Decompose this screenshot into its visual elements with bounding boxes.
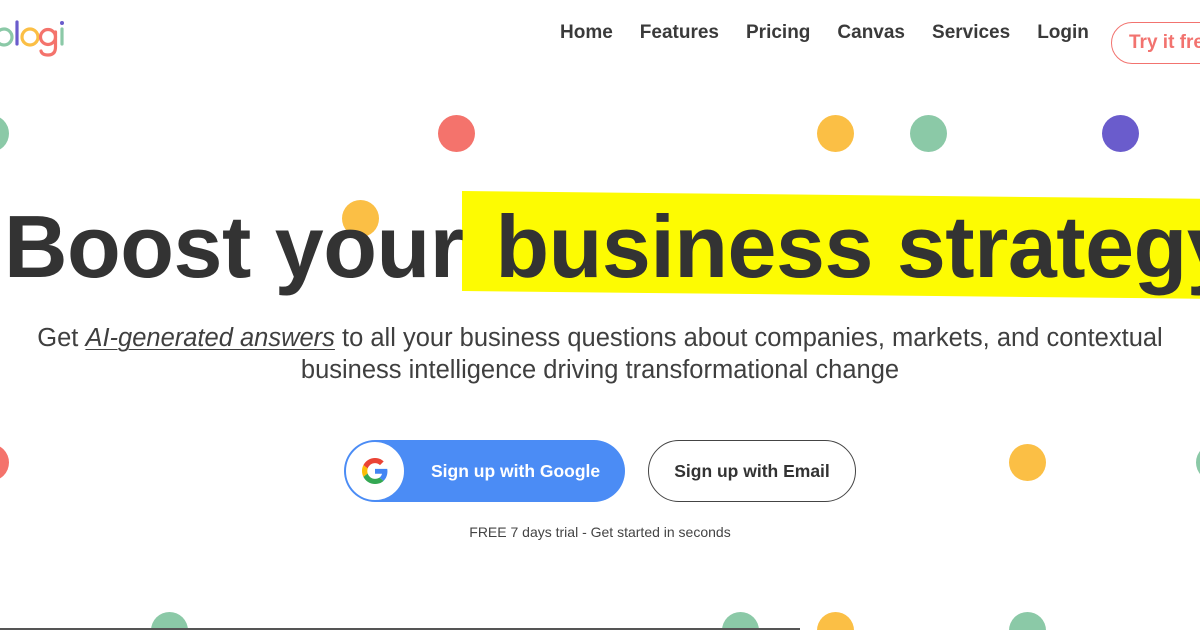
hero-title: Boost your business strategy bbox=[4, 196, 1200, 298]
nav-services-link[interactable]: Services bbox=[932, 22, 1010, 44]
signup-email-label: Sign up with Email bbox=[674, 460, 830, 481]
trial-note: FREE 7 days trial - Get started in secon… bbox=[469, 524, 731, 540]
decor-dot-green bbox=[1196, 444, 1200, 481]
nav-canvas-link[interactable]: Canvas bbox=[837, 22, 905, 44]
signup-email-button[interactable]: Sign up with Email bbox=[648, 440, 856, 502]
hero-subtitle: Get AI-generated answers to all your bus… bbox=[0, 322, 1200, 386]
brand-logo[interactable] bbox=[0, 14, 76, 62]
try-free-wrap: Try it free bbox=[1111, 22, 1200, 64]
signup-google-button[interactable]: Sign up with Google bbox=[344, 440, 625, 502]
decor-dot-purple bbox=[1102, 115, 1139, 152]
subtitle-after: to all your business questions about com… bbox=[300, 324, 1163, 384]
nav-pricing-link[interactable]: Pricing bbox=[746, 22, 810, 44]
nav-home-link[interactable]: Home bbox=[560, 22, 613, 44]
hero-title-plain: Boost your bbox=[4, 197, 464, 296]
decor-dot-green bbox=[910, 115, 947, 152]
decor-dot-green bbox=[1009, 612, 1046, 630]
subtitle-emphasis: AI-generated answers bbox=[85, 324, 335, 352]
google-g-icon bbox=[362, 458, 388, 484]
main-nav: Home Features Pricing Canvas Services Lo… bbox=[560, 22, 1116, 44]
signup-google-label: Sign up with Google bbox=[431, 460, 601, 481]
logo-mark-icon bbox=[0, 20, 64, 57]
decor-dot-yellow bbox=[817, 612, 854, 630]
google-icon-badge bbox=[345, 441, 405, 501]
nav-features-link[interactable]: Features bbox=[640, 22, 719, 44]
subtitle-before: Get bbox=[37, 324, 86, 352]
decor-dot-red bbox=[438, 115, 475, 152]
decor-dot-green bbox=[0, 115, 9, 152]
decor-dot-red bbox=[0, 444, 9, 481]
decor-dot-yellow bbox=[817, 115, 854, 152]
nav-login-link[interactable]: Login bbox=[1037, 22, 1089, 44]
decor-dot-yellow bbox=[1009, 444, 1046, 481]
hero-title-highlight: business strategy bbox=[495, 197, 1200, 296]
try-free-button[interactable]: Try it free bbox=[1111, 22, 1200, 64]
